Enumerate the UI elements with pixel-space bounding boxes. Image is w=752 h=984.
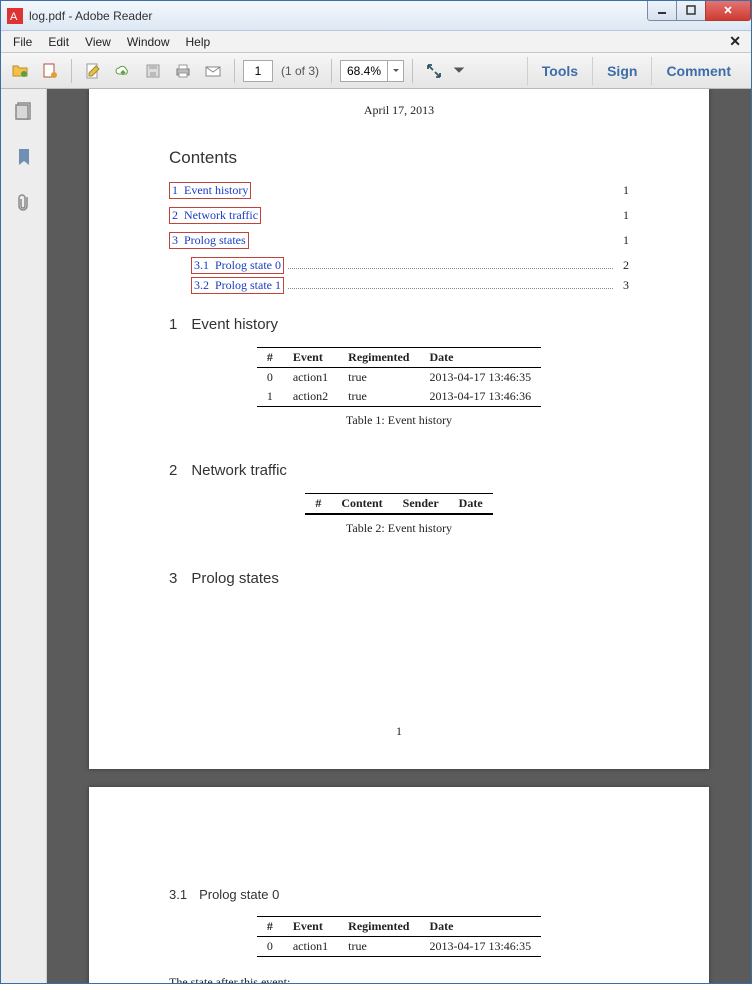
toc-link[interactable]: 3.1 Prolog state 0 bbox=[191, 257, 284, 274]
navigation-sidebar bbox=[1, 89, 47, 983]
menu-view[interactable]: View bbox=[77, 33, 119, 51]
document-close-button[interactable]: ✕ bbox=[723, 33, 747, 50]
zoom-value[interactable] bbox=[341, 64, 387, 78]
toc-link[interactable]: 3 Prolog states bbox=[169, 232, 249, 249]
section-2: 2Network traffic # Content Sender Date T… bbox=[169, 462, 629, 536]
right-tool-panel: Tools Sign Comment bbox=[527, 57, 745, 85]
read-mode-button[interactable] bbox=[421, 58, 447, 84]
edit-button[interactable] bbox=[80, 58, 106, 84]
window-title: log.pdf - Adobe Reader bbox=[29, 9, 648, 23]
toc-entry: 3.1 Prolog state 0 2 bbox=[169, 257, 629, 274]
network-traffic-table: # Content Sender Date bbox=[305, 493, 492, 515]
pdf-page-2: 3.1Prolog state 0 # Event Regimented Dat… bbox=[89, 787, 709, 983]
attachments-panel-button[interactable] bbox=[12, 191, 36, 215]
email-button[interactable] bbox=[200, 58, 226, 84]
menu-edit[interactable]: Edit bbox=[40, 33, 77, 51]
toc-entry: 3 Prolog states 1 bbox=[169, 232, 629, 249]
menubar: File Edit View Window Help ✕ bbox=[1, 31, 751, 53]
toc: 1 Event history 1 2 Network traffic 1 3 … bbox=[169, 182, 629, 294]
contents-heading: Contents bbox=[169, 148, 629, 168]
pdf-page-1: April 17, 2013 Contents 1 Event history … bbox=[89, 89, 709, 769]
zoom-selector[interactable] bbox=[340, 60, 404, 82]
section-3: 3Prolog states bbox=[169, 570, 629, 587]
table-caption: Table 2: Event history bbox=[169, 521, 629, 536]
toolbar: (1 of 3) Tools Sign Comment bbox=[1, 53, 751, 89]
menu-help[interactable]: Help bbox=[178, 33, 219, 51]
comment-panel-button[interactable]: Comment bbox=[651, 57, 745, 85]
minimize-button[interactable] bbox=[647, 1, 677, 21]
content-area: April 17, 2013 Contents 1 Event history … bbox=[1, 89, 751, 983]
section-1: 1Event history # Event Regimented Date 0… bbox=[169, 316, 629, 428]
menu-window[interactable]: Window bbox=[119, 33, 178, 51]
document-view[interactable]: April 17, 2013 Contents 1 Event history … bbox=[47, 89, 751, 983]
page-number: 1 bbox=[89, 724, 709, 739]
svg-text:A: A bbox=[10, 11, 18, 23]
document-date: April 17, 2013 bbox=[169, 103, 629, 118]
table-row: 0action1true2013-04-17 13:46:35 bbox=[257, 937, 541, 957]
toc-link[interactable]: 1 Event history bbox=[169, 182, 251, 199]
toc-link[interactable]: 2 Network traffic bbox=[169, 207, 261, 224]
page-number-input[interactable] bbox=[243, 60, 273, 82]
open-file-button[interactable] bbox=[7, 58, 33, 84]
toc-link[interactable]: 3.2 Prolog state 1 bbox=[191, 277, 284, 294]
print-button[interactable] bbox=[170, 58, 196, 84]
window-controls bbox=[648, 1, 751, 23]
titlebar: A log.pdf - Adobe Reader bbox=[1, 1, 751, 31]
app-window: A log.pdf - Adobe Reader File Edit View … bbox=[0, 0, 752, 984]
adobe-reader-icon: A bbox=[7, 8, 23, 24]
menu-file[interactable]: File bbox=[5, 33, 40, 51]
close-button[interactable] bbox=[705, 1, 751, 21]
maximize-button[interactable] bbox=[676, 1, 706, 21]
tools-panel-button[interactable]: Tools bbox=[527, 57, 592, 85]
prolog-state-table: # Event Regimented Date 0action1true2013… bbox=[257, 916, 541, 957]
save-button[interactable] bbox=[140, 58, 166, 84]
sign-panel-button[interactable]: Sign bbox=[592, 57, 651, 85]
create-pdf-button[interactable] bbox=[37, 58, 63, 84]
cloud-button[interactable] bbox=[110, 58, 136, 84]
zoom-dropdown-icon[interactable] bbox=[387, 61, 403, 81]
event-history-table: # Event Regimented Date 0action1true2013… bbox=[257, 347, 541, 407]
state-after-label: The state after this event: bbox=[169, 975, 629, 983]
thumbnails-panel-button[interactable] bbox=[12, 99, 36, 123]
bookmarks-panel-button[interactable] bbox=[12, 145, 36, 169]
table-row: 1action2true2013-04-17 13:46:36 bbox=[257, 387, 541, 407]
toc-entry: 3.2 Prolog state 1 3 bbox=[169, 277, 629, 294]
toc-entry: 2 Network traffic 1 bbox=[169, 207, 629, 224]
table-row: 0action1true2013-04-17 13:46:35 bbox=[257, 368, 541, 388]
subsection-3-1: 3.1Prolog state 0 bbox=[169, 887, 629, 902]
page-count-label: (1 of 3) bbox=[277, 64, 323, 78]
view-dropdown-button[interactable] bbox=[451, 58, 467, 84]
toc-entry: 1 Event history 1 bbox=[169, 182, 629, 199]
table-caption: Table 1: Event history bbox=[169, 413, 629, 428]
